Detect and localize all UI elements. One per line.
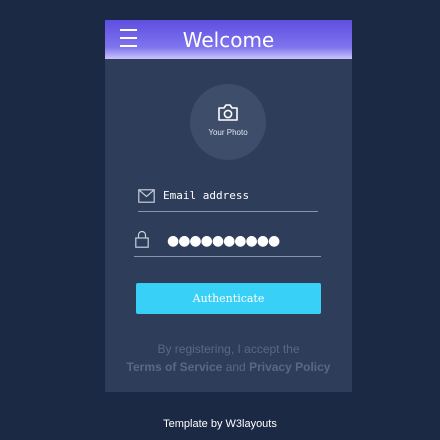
authenticate-button[interactable]: Authenticate	[136, 283, 321, 314]
photo-upload-button[interactable]: Your Photo	[190, 84, 266, 160]
terms-of-service-link[interactable]: Terms of Service	[127, 360, 223, 374]
page-title: Welcome	[182, 28, 275, 52]
lock-icon	[135, 230, 149, 248]
terms-text: By registering, I accept the Terms of Se…	[105, 340, 352, 376]
header-bar: Welcome	[105, 20, 352, 59]
email-placeholder: Email address	[163, 189, 250, 202]
login-card: Welcome Your Photo Email address ●●●●●●●…	[105, 20, 352, 392]
footer-credit: Template by W3layouts	[163, 418, 277, 430]
email-field[interactable]: Email address	[138, 186, 318, 212]
camera-icon	[218, 104, 238, 121]
photo-label: Your Photo	[208, 128, 248, 137]
mail-icon	[138, 189, 155, 203]
terms-and: and	[225, 360, 246, 374]
privacy-policy-link[interactable]: Privacy Policy	[249, 360, 330, 374]
terms-prefix: By registering, I accept the	[157, 342, 300, 356]
password-field[interactable]: ●●●●●●●●●●	[134, 228, 321, 257]
password-value: ●●●●●●●●●●	[167, 233, 280, 249]
